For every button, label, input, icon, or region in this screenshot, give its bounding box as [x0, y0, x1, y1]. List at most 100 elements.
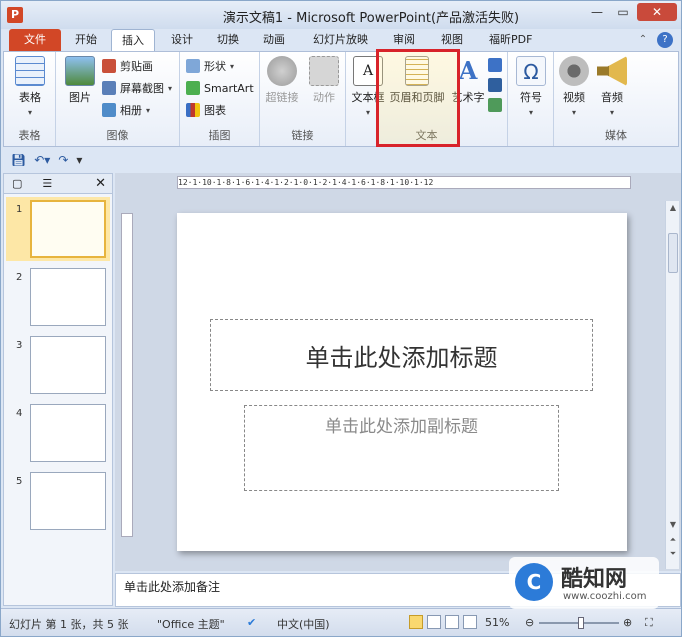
powerpoint-window: P 演示文稿1 - Microsoft PowerPoint(产品激活失败) —…: [0, 0, 682, 637]
speaker-icon: [597, 56, 627, 86]
outline-tab-icon[interactable]: ☰: [42, 177, 52, 190]
zoom-in-icon[interactable]: ⊕: [623, 616, 632, 629]
audio-button[interactable]: 音频 ▾: [592, 56, 632, 118]
tab-transitions[interactable]: 切换: [207, 29, 249, 51]
screenshot-icon: [102, 81, 116, 95]
smartart-icon: [186, 81, 200, 95]
slide-number-4: 4: [16, 408, 23, 419]
object-icon[interactable]: [488, 98, 502, 112]
spellcheck-icon[interactable]: ✔: [247, 616, 256, 629]
slide-count-status: 幻灯片 第 1 张，共 5 张: [9, 618, 129, 631]
highlight-box: [376, 49, 460, 147]
group-label-media: 媒体: [605, 129, 627, 142]
ribbon: 表格 ▾ 表格 图片 剪贴画 屏幕截图 ▾ 相册 ▾ 图像 形状 ▾ Smart…: [3, 51, 679, 147]
slide-number-1: 1: [16, 204, 23, 215]
smartart-button[interactable]: SmartArt: [186, 78, 254, 98]
help-icon[interactable]: ?: [657, 32, 673, 48]
vertical-ruler: [121, 213, 133, 537]
tab-foxit-pdf[interactable]: 福昕PDF: [479, 29, 542, 51]
shapes-button[interactable]: 形状 ▾: [186, 56, 234, 76]
slide-thumbnail-1[interactable]: [30, 200, 106, 258]
photo-album-button[interactable]: 相册 ▾: [102, 100, 150, 120]
scroll-up-arrow-icon[interactable]: ▲: [668, 203, 678, 212]
table-icon: [15, 56, 45, 86]
film-reel-icon: [559, 56, 589, 86]
slides-tab-icon[interactable]: ▢: [12, 177, 22, 190]
slide-editing-area: 12·1·10·1·8·1·6·1·4·1·2·1·0·1·2·1·4·1·6·…: [115, 173, 681, 571]
watermark-name: 酷知网: [561, 567, 628, 592]
scrollbar-thumb[interactable]: [668, 233, 678, 273]
table-button[interactable]: 表格 ▾: [10, 56, 50, 118]
pane-tabs: ▢ ☰ ✕: [4, 174, 112, 194]
save-icon[interactable]: 💾︎: [11, 153, 26, 167]
tab-design[interactable]: 设计: [161, 29, 203, 51]
tab-animations[interactable]: 动画: [253, 29, 295, 51]
slide-number-icon[interactable]: [488, 78, 502, 92]
tab-slideshow[interactable]: 幻灯片放映: [303, 29, 378, 51]
ribbon-tabs: 文件 开始 插入 设计 切换 动画 幻灯片放映 审阅 视图 福昕PDF: [1, 29, 681, 51]
zoom-level[interactable]: 51%: [485, 616, 509, 629]
close-pane-icon[interactable]: ✕: [95, 176, 106, 191]
tab-file[interactable]: 文件: [9, 29, 61, 51]
hyperlink-icon: [267, 56, 297, 86]
minimize-button[interactable]: —: [585, 3, 609, 21]
watermark-url: www.coozhi.com: [563, 591, 647, 602]
theme-status: "Office 主题": [157, 618, 225, 631]
slide-thumbnail-2[interactable]: [30, 268, 106, 326]
slide-thumbnail-5[interactable]: [30, 472, 106, 530]
notes-placeholder: 单击此处添加备注: [124, 580, 221, 594]
omega-icon: Ω: [516, 56, 546, 86]
slide-thumbnail-4[interactable]: [30, 404, 106, 462]
group-illustrations: 形状 ▾ SmartArt 图表 插图: [180, 52, 260, 146]
next-slide-icon[interactable]: ⏷: [668, 549, 678, 559]
slide-number-5: 5: [16, 476, 23, 487]
previous-slide-icon[interactable]: ⏶: [668, 535, 678, 545]
title-placeholder[interactable]: 单击此处添加标题: [210, 319, 593, 391]
horizontal-ruler: 12·1·10·1·8·1·6·1·4·1·2·1·0·1·2·1·4·1·6·…: [177, 176, 631, 189]
customize-qat-icon[interactable]: ▾: [76, 153, 82, 167]
screenshot-button[interactable]: 屏幕截图 ▾: [102, 78, 172, 98]
slide-thumbnail-3[interactable]: [30, 336, 106, 394]
normal-view-icon[interactable]: [409, 615, 423, 629]
title-bar: P 演示文稿1 - Microsoft PowerPoint(产品激活失败) —…: [1, 1, 681, 29]
undo-icon[interactable]: ↶▾: [34, 153, 50, 167]
slideshow-view-icon[interactable]: [463, 615, 477, 629]
clip-art-button[interactable]: 剪贴画: [102, 56, 153, 76]
close-button[interactable]: ✕: [637, 3, 677, 21]
tab-view[interactable]: 视图: [431, 29, 473, 51]
status-bar: 幻灯片 第 1 张，共 5 张 "Office 主题" ✔ 中文(中国) 51%…: [1, 608, 681, 636]
subtitle-placeholder[interactable]: 单击此处添加副标题: [244, 405, 559, 491]
tab-home[interactable]: 开始: [65, 29, 107, 51]
tab-insert[interactable]: 插入: [111, 29, 155, 51]
group-label-illustrations: 插图: [208, 129, 231, 142]
fit-to-window-icon[interactable]: ⛶: [645, 616, 653, 630]
reading-view-icon[interactable]: [445, 615, 459, 629]
picture-button[interactable]: 图片: [60, 56, 100, 105]
slide-thumbnail-pane: ▢ ☰ ✕ 1 2 3 4 5: [3, 173, 113, 606]
group-media: 视频 ▾ 音频 ▾ 媒体: [554, 52, 678, 146]
action-button[interactable]: 动作: [304, 56, 344, 105]
slide-canvas[interactable]: 单击此处添加标题 单击此处添加副标题: [177, 213, 627, 551]
quick-access-toolbar: 💾︎ ↶▾ ↷ ▾: [3, 149, 679, 171]
scroll-down-arrow-icon[interactable]: ▼: [668, 520, 678, 529]
group-tables: 表格 ▾ 表格: [4, 52, 56, 146]
redo-icon[interactable]: ↷: [58, 153, 68, 167]
group-label-images: 图像: [106, 129, 129, 142]
symbol-button[interactable]: Ω 符号 ▾: [511, 56, 551, 118]
tab-review[interactable]: 审阅: [383, 29, 425, 51]
chart-button[interactable]: 图表: [186, 100, 226, 120]
language-status[interactable]: 中文(中国): [277, 616, 330, 632]
vertical-scrollbar[interactable]: ▲ ▼ ⏶ ⏷: [665, 201, 679, 569]
slide-sorter-view-icon[interactable]: [427, 615, 441, 629]
hyperlink-button[interactable]: 超链接: [262, 56, 302, 105]
zoom-out-icon[interactable]: ⊖: [525, 616, 534, 629]
maximize-button[interactable]: ▭: [611, 3, 635, 21]
group-links: 超链接 动作 链接: [260, 52, 346, 146]
chart-icon: [186, 103, 200, 117]
ribbon-collapse-icon[interactable]: ⌃: [635, 32, 651, 48]
shapes-icon: [186, 59, 200, 73]
date-time-icon[interactable]: [488, 58, 502, 72]
clip-art-icon: [102, 59, 116, 73]
video-button[interactable]: 视频 ▾: [554, 56, 594, 118]
zoom-slider-knob[interactable]: [578, 617, 584, 629]
